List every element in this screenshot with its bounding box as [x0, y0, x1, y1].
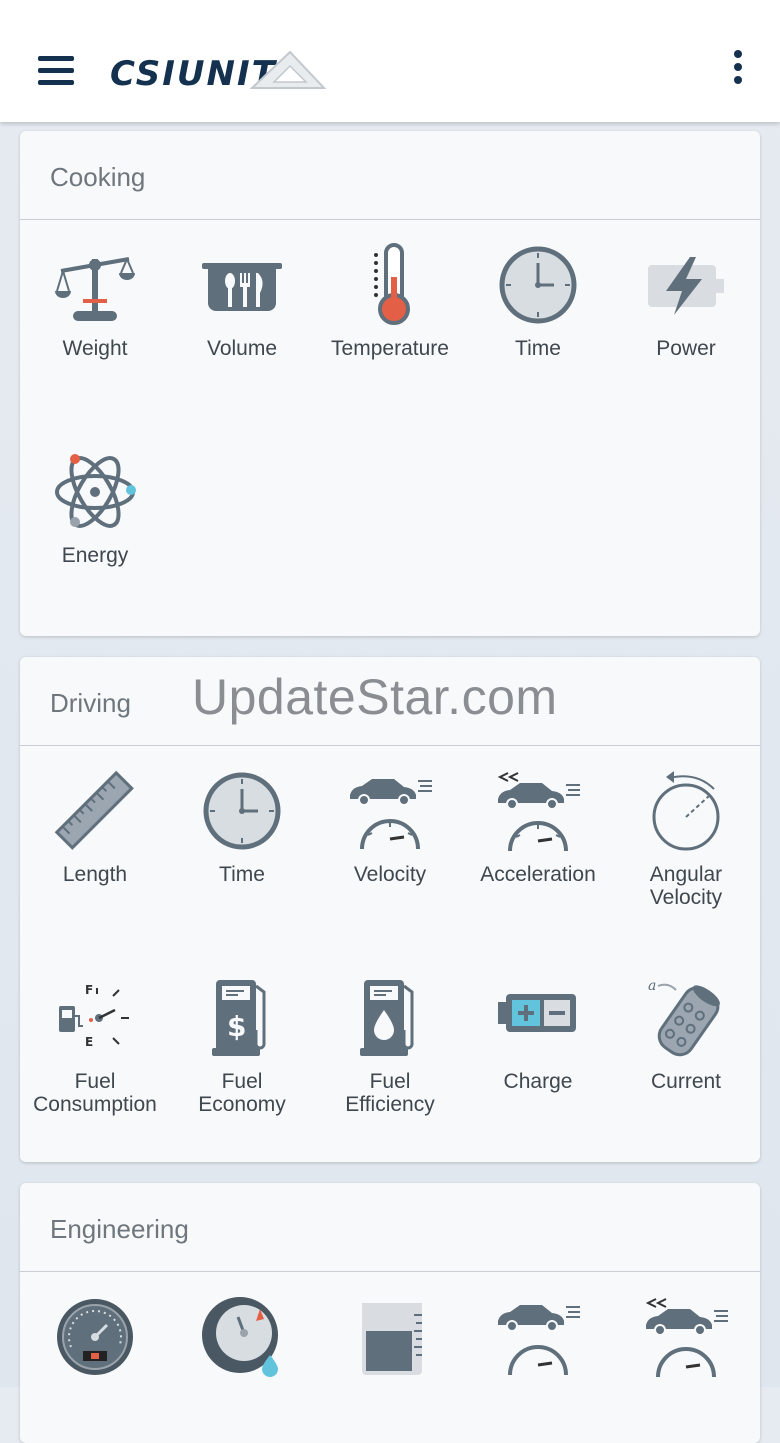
- section-header: Engineering: [20, 1183, 760, 1272]
- clock-icon: [499, 246, 577, 324]
- unit-label: Length: [62, 863, 128, 886]
- unit-tile-flow[interactable]: [168, 1295, 316, 1379]
- unit-label: Time: [515, 337, 561, 360]
- unit-tile-velocity-engineering[interactable]: [464, 1295, 612, 1379]
- fuel-pump-drop-icon: [360, 980, 414, 1056]
- atom-icon: [55, 454, 136, 528]
- unit-label: Weight: [62, 337, 128, 360]
- label-line: Fuel: [369, 1070, 411, 1093]
- section-card-cooking: Cooking Weight Volume Temperature Time P…: [20, 131, 760, 636]
- pot-utensils-icon: [202, 263, 282, 311]
- section-card-engineering: Engineering: [20, 1183, 760, 1443]
- unit-label: Power: [656, 337, 716, 360]
- current-icon: a: [648, 978, 720, 1057]
- unit-label: Acceleration: [480, 863, 596, 886]
- thermometer-icon: [374, 243, 410, 325]
- unit-tile-velocity[interactable]: Velocity: [316, 769, 464, 886]
- flow-gauge-icon: [202, 1297, 278, 1377]
- unit-tile-length[interactable]: Length: [21, 769, 169, 886]
- section-title: Cooking: [50, 162, 146, 192]
- unit-tile-volume-beaker[interactable]: [316, 1295, 464, 1379]
- unit-label: Energy: [61, 544, 129, 567]
- unit-tile-temperature[interactable]: Temperature: [316, 243, 464, 360]
- unit-tile-fuel-efficiency[interactable]: Fuel Efficiency: [316, 976, 464, 1116]
- unit-tile-power[interactable]: Power: [612, 243, 760, 360]
- svg-text:a: a: [648, 978, 656, 994]
- label-line: Fuel: [221, 1070, 263, 1093]
- unit-label: Fuel Economy: [168, 1070, 316, 1116]
- unit-tile-time[interactable]: Time: [464, 243, 612, 360]
- section-header: Cooking: [20, 131, 760, 220]
- section-title: Driving: [50, 688, 131, 718]
- unit-tile-acceleration[interactable]: Acceleration: [464, 769, 612, 886]
- unit-tile-time[interactable]: Time: [168, 769, 316, 886]
- ruler-icon: [54, 770, 134, 850]
- fuel-pump-dollar-icon: $: [212, 980, 266, 1056]
- battery-bolt-icon: [648, 257, 724, 315]
- hamburger-menu-icon[interactable]: [38, 56, 74, 86]
- unit-tile-pressure[interactable]: [21, 1295, 169, 1379]
- unit-label: Fuel Efficiency: [316, 1070, 464, 1116]
- beaker-icon: [362, 1303, 422, 1375]
- label-line: Fuel: [74, 1070, 116, 1093]
- unit-tile-acceleration-engineering[interactable]: [612, 1295, 760, 1379]
- unit-label: Velocity: [353, 863, 427, 886]
- unit-tile-current[interactable]: a Current: [612, 976, 760, 1093]
- unit-label: Time: [219, 863, 265, 886]
- label-line: Efficiency: [345, 1093, 435, 1116]
- car-acceleration-icon: [645, 1298, 728, 1378]
- pressure-gauge-icon: [57, 1299, 133, 1375]
- car-speedometer-icon: [350, 779, 432, 850]
- label-line: Velocity: [649, 886, 723, 909]
- unit-tile-volume[interactable]: Volume: [168, 243, 316, 360]
- app-bar: CSIUNITS: [0, 0, 780, 122]
- more-options-icon[interactable]: [728, 50, 748, 90]
- unit-label: Fuel Consumption: [21, 1070, 169, 1116]
- clock-icon: [203, 772, 281, 850]
- label-line: Angular: [649, 863, 723, 886]
- label-line: Economy: [198, 1093, 286, 1116]
- unit-label: Charge: [503, 1070, 573, 1093]
- unit-tile-fuel-consumption[interactable]: F E Fuel Consumption: [21, 976, 169, 1116]
- unit-tile-charge[interactable]: Charge: [464, 976, 612, 1093]
- set-square-icon: [250, 50, 326, 89]
- angular-velocity-icon: [652, 771, 720, 851]
- unit-label: Volume: [206, 337, 278, 360]
- fuel-gauge-icon: F E: [59, 983, 129, 1049]
- car-speedometer-icon: [498, 1305, 580, 1376]
- watermark-text: UpdateStar.com: [192, 669, 558, 725]
- car-acceleration-icon: [497, 772, 580, 852]
- unit-tile-weight[interactable]: Weight: [21, 243, 169, 360]
- unit-tile-energy[interactable]: Energy: [21, 450, 169, 567]
- unit-label: Temperature: [331, 337, 449, 360]
- section-card-driving: Driving Length Time Velocity Acceleratio…: [20, 657, 760, 1162]
- svg-text:F: F: [85, 983, 93, 997]
- unit-tile-fuel-economy[interactable]: $ Fuel Economy: [168, 976, 316, 1116]
- section-title: Engineering: [50, 1214, 189, 1244]
- label-line: Consumption: [33, 1093, 157, 1116]
- scale-icon: [55, 257, 135, 321]
- unit-tile-angular-velocity[interactable]: Angular Velocity: [612, 769, 760, 909]
- unit-label: Angular Velocity: [612, 863, 760, 909]
- unit-label: Current: [650, 1070, 722, 1093]
- svg-text:$: $: [227, 1010, 246, 1043]
- battery-charge-icon: [498, 994, 576, 1032]
- svg-text:E: E: [85, 1035, 93, 1049]
